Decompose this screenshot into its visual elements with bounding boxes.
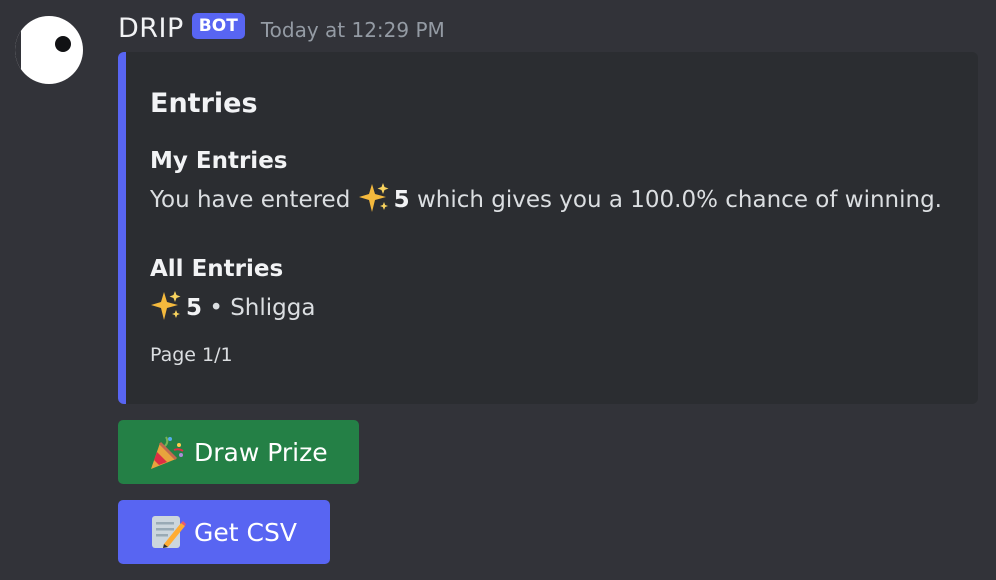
- sparkles-icon: [151, 291, 181, 320]
- sparkles-icon: [358, 183, 389, 212]
- party-popper-icon: [151, 436, 184, 469]
- draw-prize-button[interactable]: Draw Prize: [118, 420, 359, 484]
- my-entries-suffix: which gives you a 100.0% chance of winni…: [416, 187, 942, 213]
- get-csv-button[interactable]: Get CSV: [118, 500, 330, 564]
- all-entries-amount: 5: [186, 295, 203, 321]
- my-entries-prefix: You have entered: [150, 187, 351, 213]
- embed-title: Entries: [150, 88, 258, 119]
- message-timestamp[interactable]: Today at 12:29 PM: [261, 18, 445, 42]
- bot-avatar[interactable]: [15, 16, 83, 84]
- embed-accent-bar: [118, 52, 126, 404]
- memo-icon: [152, 516, 186, 548]
- avatar-eye: [55, 36, 71, 52]
- get-csv-label: Get CSV: [194, 517, 297, 547]
- chat-message: DRIP BOT Today at 12:29 PM Entries My En…: [0, 0, 996, 580]
- my-entries-amount: 5: [393, 187, 410, 213]
- all-entries-row: 5 • Shligga: [150, 290, 315, 322]
- bot-badge: BOT: [191, 13, 245, 39]
- author-username[interactable]: DRIP: [118, 13, 184, 44]
- embed-footer-page: Page 1/1: [150, 344, 233, 366]
- draw-prize-label: Draw Prize: [194, 437, 328, 467]
- avatar-shade: [15, 16, 21, 84]
- my-entries-text: You have entered 5 which gives you a 100…: [150, 182, 942, 214]
- my-entries-heading: My Entries: [150, 148, 288, 174]
- message-header: DRIP BOT Today at 12:29 PM: [118, 8, 445, 48]
- all-entries-user: • Shligga: [209, 295, 316, 321]
- all-entries-heading: All Entries: [150, 256, 284, 282]
- entries-embed: Entries My Entries You have entered 5 wh…: [118, 52, 978, 404]
